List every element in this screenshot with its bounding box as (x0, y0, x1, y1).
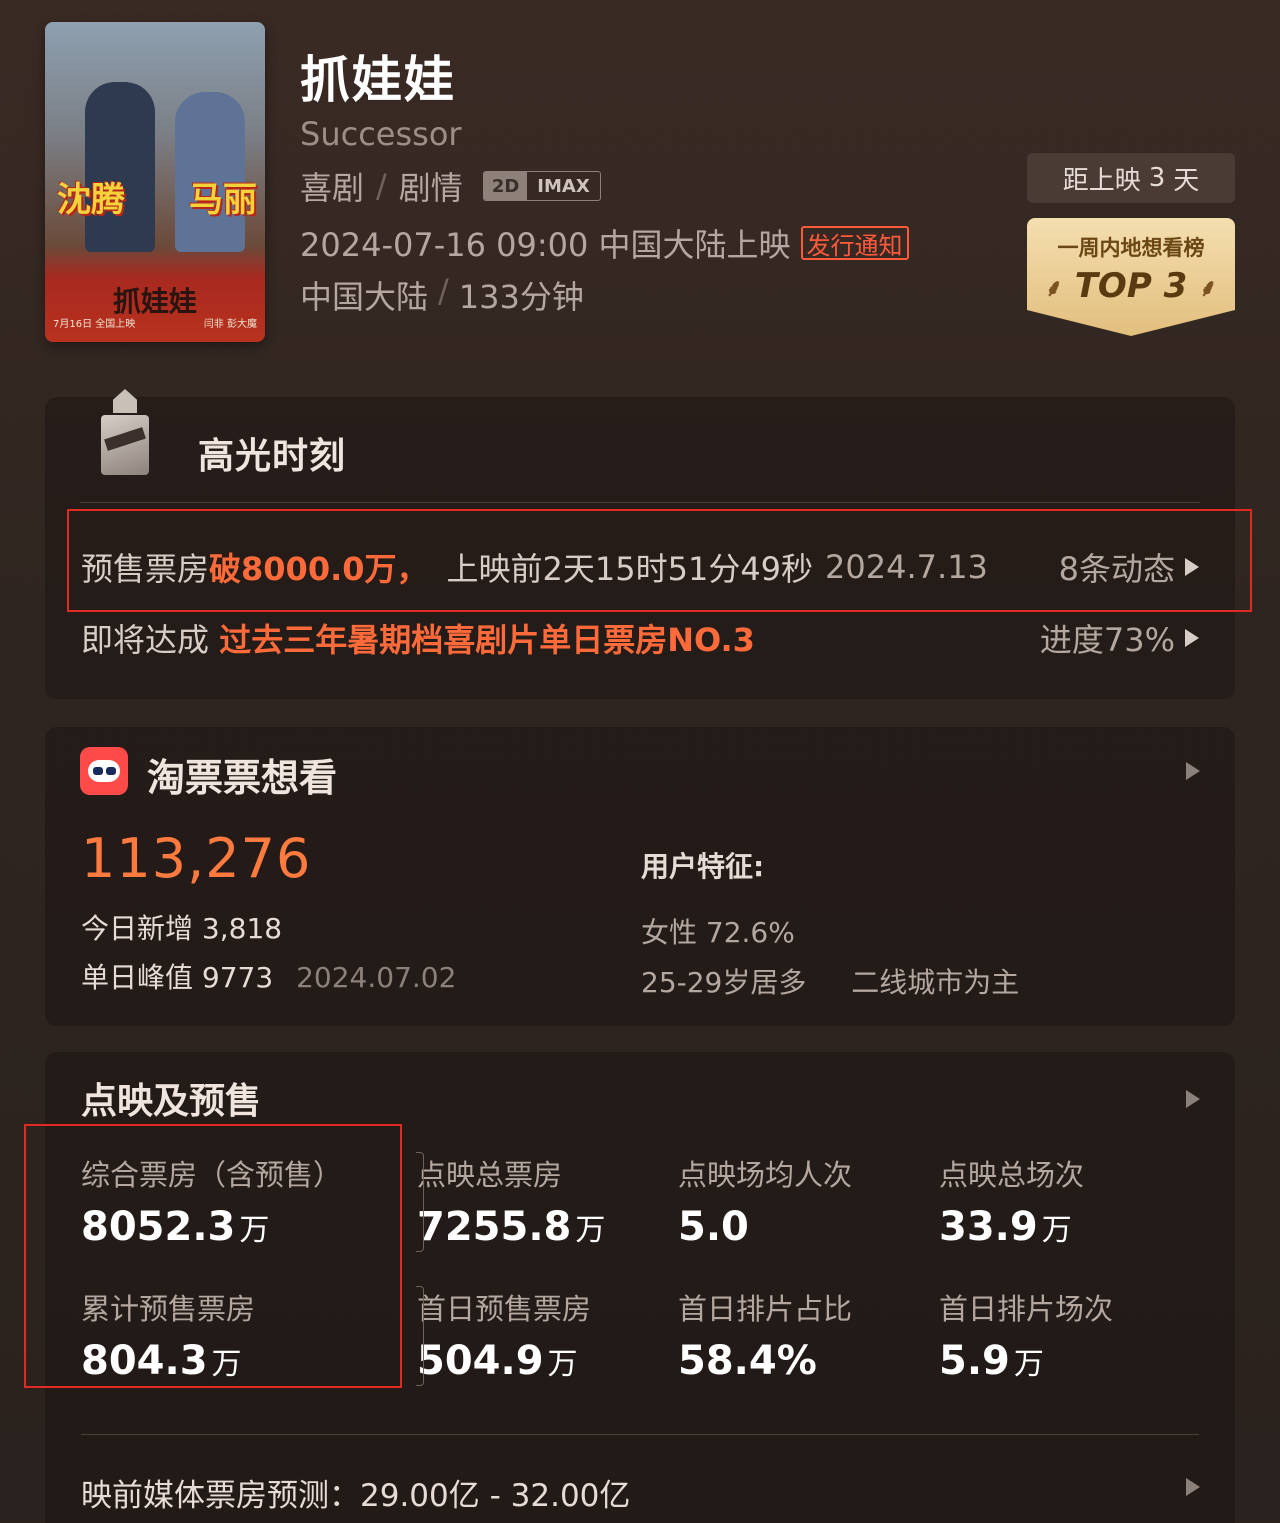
new-today-label: 今日新增 (81, 912, 194, 945)
region: 中国大陆 (300, 278, 429, 316)
countdown-badge: 距上映 3 天 (1027, 153, 1235, 203)
stat-label: 首日预售票房 (417, 1292, 592, 1326)
format-2d: 2D (483, 172, 528, 200)
highlights-title: 高光时刻 (198, 436, 347, 477)
laurel-right-icon: ⸙ (1199, 274, 1218, 302)
annotation-box-presale (67, 509, 1252, 612)
laurel-left-icon: ⸙ (1044, 274, 1063, 302)
stat-value-row: 33.9 万 (939, 1204, 1239, 1250)
stat-value: 5.0 (678, 1204, 749, 1250)
stat-value: 504.9 (417, 1338, 544, 1384)
milestone-prefix: 即将达成 (81, 621, 210, 659)
ranking-label: 一周内地想看榜 (1057, 236, 1205, 260)
stat-preview-box-office: 点映总票房 7255.8 万 (417, 1152, 717, 1250)
stat-label: 首日排片占比 (678, 1292, 853, 1326)
stat-unit: 万 (575, 1213, 606, 1248)
separator: / (376, 167, 387, 205)
new-today: 今日新增 3,818 (81, 907, 282, 947)
genre-2: 剧情 (398, 169, 463, 207)
divider (416, 1286, 424, 1386)
want-to-see-title: 淘票票想看 (147, 756, 338, 800)
user-features-title: 用户特征: (641, 850, 765, 883)
release-notice-link[interactable]: 发行通知 (800, 226, 909, 260)
want-to-see-count: 113,276 (81, 827, 312, 890)
separator: / (438, 272, 449, 310)
stat-value-row: 58.4% (678, 1338, 978, 1384)
taopiaopiao-logo-icon (80, 747, 128, 795)
peak-value: 9773 (201, 961, 274, 994)
genre-1: 喜剧 (300, 169, 365, 207)
duration: 133分钟 (458, 278, 584, 316)
format-imax: IMAX (537, 175, 590, 197)
release-line: 2024-07-16 09:00 中国大陆上映 发行通知 (300, 220, 909, 266)
poster-footer-left: 7月16日 全国上映 (53, 319, 136, 330)
play-arrow-icon[interactable] (1186, 1090, 1200, 1108)
ranking-badge[interactable]: 一周内地想看榜 ⸙ TOP 3 ⸙ (1027, 218, 1235, 336)
stat-value: 7255.8 (417, 1204, 572, 1250)
stat-value-row: 5.0 (678, 1204, 978, 1250)
stat-label: 首日排片场次 (939, 1292, 1114, 1326)
presale-title: 点映及预售 (81, 1081, 262, 1122)
stat-preview-avg-attendance: 点映场均人次 5.0 (678, 1152, 978, 1250)
milestone-progress: 进度73% (1039, 621, 1175, 659)
countdown-unit: 天 (1173, 165, 1200, 196)
stat-unit: 万 (547, 1347, 578, 1382)
poster-footer: 7月16日 全国上映 闫非 彭大魔 (53, 315, 257, 330)
stat-value-row: 504.9 万 (417, 1338, 717, 1384)
stat-value: 58.4% (678, 1338, 817, 1384)
play-arrow-icon[interactable] (1186, 762, 1200, 780)
genre-line: 喜剧 / 剧情 2D IMAX (300, 163, 601, 209)
feature-age: 25-29岁居多 (641, 966, 807, 999)
stat-unit: 万 (1041, 1213, 1072, 1248)
peak-label: 单日峰值 (81, 961, 194, 994)
feature-city: 二线城市为主 (851, 966, 1020, 999)
ranking-rank-row: ⸙ TOP 3 ⸙ (1027, 266, 1235, 306)
want-to-see-card[interactable]: 淘票票想看 113,276 今日新增 3,818 单日峰值 9773 2024.… (45, 727, 1235, 1026)
stat-first-day-presale: 首日预售票房 504.9 万 (417, 1286, 717, 1384)
divider (416, 1152, 424, 1252)
poster-names: 沈腾 马丽 (57, 172, 257, 221)
stat-value: 33.9 (939, 1204, 1038, 1250)
feature-gender: 女性 72.6% (641, 916, 795, 949)
new-today-value: 3,818 (201, 912, 283, 945)
highlight-row-milestone[interactable]: 即将达成 过去三年暑期档喜剧片单日票房NO.3 (81, 615, 755, 661)
stat-preview-screenings: 点映总场次 33.9 万 (939, 1152, 1239, 1250)
stat-label: 点映场均人次 (678, 1158, 853, 1192)
poster-title: 抓娃娃 (112, 285, 197, 318)
divider (81, 1434, 1199, 1435)
ranking-rank: TOP 3 (1074, 266, 1188, 306)
daily-peak: 单日峰值 9773 2024.07.02 (81, 956, 456, 996)
stat-value-row: 5.9 万 (939, 1338, 1239, 1384)
movie-poster[interactable]: 沈腾 马丽 抓娃娃 7月16日 全国上映 闫非 彭大魔 (45, 22, 265, 342)
stat-first-day-screenings: 首日排片场次 5.9 万 (939, 1286, 1239, 1384)
countdown-label: 距上映 (1062, 165, 1141, 196)
annotation-box-box-office (24, 1124, 402, 1388)
stat-unit: 万 (1013, 1347, 1044, 1382)
stat-label: 点映总场次 (939, 1158, 1085, 1192)
divider (80, 502, 1200, 503)
stat-value: 5.9 (939, 1338, 1010, 1384)
region-line: 中国大陆 / 133分钟 (300, 272, 584, 318)
progress-link[interactable]: 进度73% (1040, 615, 1199, 661)
play-arrow-icon (1185, 629, 1199, 647)
movie-subtitle: Successor (300, 115, 462, 153)
play-arrow-icon[interactable] (1186, 1478, 1200, 1496)
box-office-forecast: 映前媒体票房预测：29.00亿 - 32.00亿 (81, 1478, 631, 1514)
stat-label: 点映总票房 (417, 1158, 563, 1192)
stat-first-day-share: 首日排片占比 58.4% (678, 1286, 978, 1384)
stat-value-row: 7255.8 万 (417, 1204, 717, 1250)
poster-name-1: 沈腾 (57, 180, 125, 220)
milestone-accent: 过去三年暑期档喜剧片单日票房NO.3 (219, 621, 755, 659)
peak-date: 2024.07.02 (296, 961, 457, 994)
format-badge: 2D IMAX (482, 171, 601, 201)
feature-demographics: 25-29岁居多 二线城市为主 (641, 961, 1019, 1001)
film-award-icon (95, 389, 155, 484)
countdown-days: 3 (1148, 163, 1166, 193)
poster-footer-right: 闫非 彭大魔 (203, 319, 257, 330)
release-date: 2024-07-16 09:00 中国大陆上映 (300, 226, 791, 264)
poster-name-2: 马丽 (189, 180, 257, 220)
poster-figure-left (85, 82, 155, 252)
movie-title: 抓娃娃 (300, 51, 456, 109)
